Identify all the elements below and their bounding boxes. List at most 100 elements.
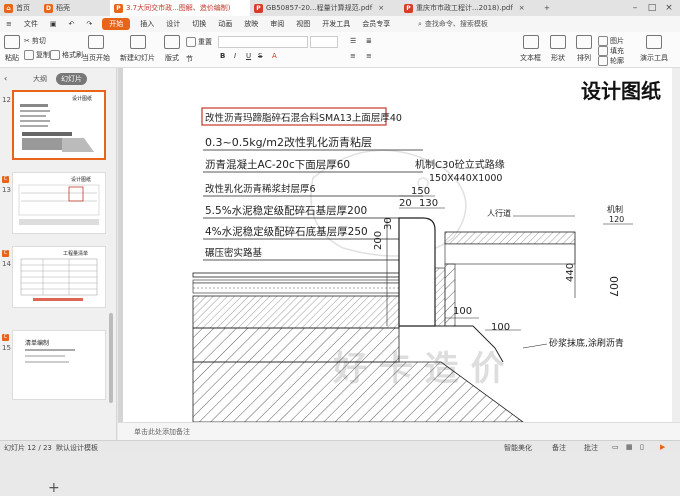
- numbered-list-icon[interactable]: ≣: [366, 37, 372, 45]
- pdf-icon: P: [254, 3, 263, 13]
- play-slideshow-icon[interactable]: ▶: [660, 443, 665, 451]
- underline-button[interactable]: U: [246, 52, 251, 60]
- notes-placeholder: 单击此处添加备注: [134, 427, 190, 436]
- font-size-select[interactable]: [310, 36, 338, 48]
- command-search[interactable]: ⌕ 查找命令、搜索模板: [418, 18, 524, 30]
- slide-number: 13: [2, 186, 11, 194]
- layer-label-7: 碾压密实路基: [205, 247, 263, 259]
- arrange-label: 排列: [577, 54, 591, 62]
- slide-thumbnail-14[interactable]: 工程量清单: [12, 246, 106, 308]
- tab-docer-label: 稻壳: [56, 4, 70, 12]
- panel-tabs: 大纲 幻灯片: [0, 72, 117, 86]
- reset-button[interactable]: 重置: [186, 37, 212, 47]
- tab-ppt-document[interactable]: P 3.7大同交市政...图解、造价编制): [110, 0, 250, 16]
- thumb-title: 清单编制: [25, 339, 49, 347]
- tab-docer[interactable]: D 稻壳: [40, 0, 110, 16]
- slide-canvas[interactable]: 设计图纸 好 卡 造 价 改性沥青玛蹄脂碎石混合料SMA13上面层厚40 0.3…: [123, 68, 679, 422]
- comment-button[interactable]: 批注: [584, 443, 598, 453]
- new-tab-button[interactable]: +: [540, 0, 554, 16]
- thumb-title: 设计图纸: [72, 95, 92, 102]
- menu-developer[interactable]: 开发工具: [316, 19, 356, 29]
- slide-thumbnail-13[interactable]: 设计图纸: [12, 172, 106, 234]
- bold-button[interactable]: B: [220, 52, 225, 60]
- save-icon[interactable]: ▣: [44, 20, 63, 28]
- thumb-drawing: 设计图纸: [18, 176, 100, 225]
- align-center-icon[interactable]: ≡: [366, 52, 372, 60]
- slide-icon: C: [2, 334, 9, 341]
- picture-icon: [598, 36, 608, 46]
- outline-button[interactable]: 轮廓: [598, 56, 624, 66]
- redo-icon[interactable]: ↷: [80, 20, 98, 28]
- cut-button[interactable]: ✂ 剪切: [24, 36, 46, 46]
- tab-pdf-chongqing[interactable]: P 重庆市市政工程计...2018).pdf ×: [400, 0, 540, 16]
- window-tab-bar: ⌂ 首页 D 稻壳 P 3.7大同交市政...图解、造价编制) P GB5085…: [0, 0, 680, 16]
- strikethrough-button[interactable]: S: [258, 52, 262, 60]
- bullet-list-icon[interactable]: ☰: [350, 37, 356, 45]
- minimize-icon[interactable]: –: [628, 0, 642, 16]
- canvas-scrollbar[interactable]: [672, 68, 680, 422]
- menu-design[interactable]: 设计: [160, 19, 186, 29]
- layout-button[interactable]: 版式: [164, 35, 180, 63]
- menu-review[interactable]: 审阅: [264, 19, 290, 29]
- menu-bar: ≡ 文件 ▣ ↶ ↷ 开始 插入 设计 切换 动画 放映 审阅 视图 开发工具 …: [0, 16, 680, 32]
- menu-member[interactable]: 会员专享: [356, 19, 396, 29]
- notes-pane[interactable]: 单击此处添加备注: [118, 422, 680, 440]
- tab-home[interactable]: ⌂ 首页: [0, 0, 40, 16]
- textbox-button[interactable]: 文本框: [520, 35, 541, 63]
- menu-file[interactable]: 文件: [18, 19, 44, 29]
- format-painter-button[interactable]: 格式刷: [50, 50, 83, 60]
- arrange-button[interactable]: 排列: [576, 35, 592, 63]
- maximize-icon[interactable]: □: [645, 0, 659, 16]
- menu-transition[interactable]: 切换: [186, 19, 212, 29]
- home-icon: ⌂: [4, 3, 13, 13]
- hamburger-icon[interactable]: ≡: [0, 20, 18, 28]
- notes-toggle-button[interactable]: 备注: [552, 443, 566, 453]
- paste-button[interactable]: 粘贴: [4, 35, 20, 63]
- fill-button[interactable]: 填充: [598, 46, 624, 56]
- layout-label: 版式: [165, 54, 179, 62]
- close-window-icon[interactable]: ×: [662, 0, 676, 16]
- add-slide-button[interactable]: +: [48, 480, 60, 496]
- align-left-icon[interactable]: ≡: [350, 52, 356, 60]
- sorter-view-icon[interactable]: ▦: [626, 443, 633, 451]
- menu-start[interactable]: 开始: [102, 18, 131, 30]
- sidewalk-label: 人行道: [487, 208, 511, 218]
- right-label-2: 120: [609, 215, 624, 224]
- slide-thumbnail-15[interactable]: 清单编制: [12, 330, 106, 400]
- panel-scrollbar[interactable]: [109, 313, 113, 403]
- font-family-select[interactable]: [218, 36, 308, 48]
- slide-thumbnail-12[interactable]: 设计图纸: [12, 90, 106, 160]
- from-current-button[interactable]: 当页开始: [82, 35, 110, 63]
- beautify-button[interactable]: 智能美化: [504, 443, 532, 453]
- tab-ppt-label: 3.7大同交市政...图解、造价编制): [126, 4, 231, 12]
- tab-outline[interactable]: 大纲: [28, 73, 52, 85]
- new-slide-label: 新建幻灯片: [120, 54, 155, 62]
- copy-button[interactable]: 复制: [24, 50, 50, 60]
- picture-button[interactable]: 图片: [598, 36, 624, 46]
- tab-home-label: 首页: [16, 4, 30, 12]
- reading-view-icon[interactable]: ▯: [640, 443, 644, 451]
- menu-view[interactable]: 视图: [290, 19, 316, 29]
- menu-animation[interactable]: 动画: [212, 19, 238, 29]
- design-template[interactable]: 默认设计模板: [56, 443, 98, 453]
- italic-button[interactable]: I: [234, 52, 236, 60]
- undo-icon[interactable]: ↶: [63, 20, 81, 28]
- tab-pdf-gb50857[interactable]: P GB50857-20...程量计算规范.pdf ×: [250, 0, 400, 16]
- right-label-3: 007: [607, 276, 620, 297]
- paste-icon: [4, 35, 20, 49]
- close-icon[interactable]: ×: [519, 4, 525, 12]
- section-button[interactable]: 节: [186, 54, 193, 64]
- tab-slides[interactable]: 幻灯片: [56, 73, 87, 85]
- menu-slideshow[interactable]: 放映: [238, 19, 264, 29]
- dim-20: 20: [399, 198, 412, 209]
- font-color-button[interactable]: A: [272, 52, 277, 60]
- normal-view-icon[interactable]: ▭: [612, 443, 619, 451]
- shape-button[interactable]: 形状: [550, 35, 566, 63]
- menu-insert[interactable]: 插入: [134, 19, 160, 29]
- layer-label-6: 4%水泥稳定级配碎石底基层厚250: [205, 225, 368, 238]
- close-icon[interactable]: ×: [378, 4, 384, 12]
- pavement-layers: [192, 272, 524, 422]
- presenter-tools-button[interactable]: 演示工具: [640, 35, 668, 63]
- new-slide-button[interactable]: 新建幻灯片: [120, 35, 155, 63]
- shape-icon: [550, 35, 566, 49]
